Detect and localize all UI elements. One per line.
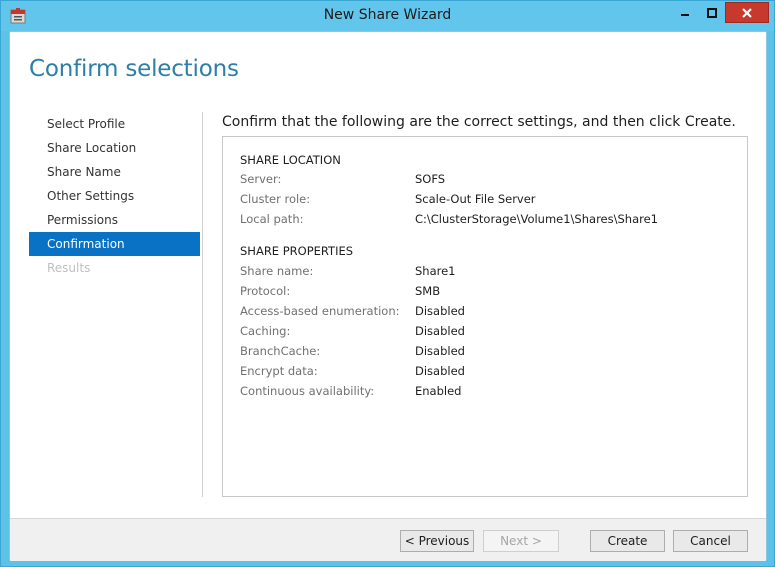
page-title: Confirm selections [29,56,239,82]
button-bar: < Previous Next > Create Cancel [10,518,766,561]
detail-value: Disabled [415,364,465,378]
close-icon [742,7,752,18]
nav-item-share-name[interactable]: Share Name [29,160,200,184]
detail-label: Local path: [240,212,304,226]
nav-item-confirmation[interactable]: Confirmation [29,232,200,256]
detail-label: Caching: [240,324,291,338]
detail-row: Cluster role: Scale-Out File Server [240,192,740,212]
detail-row: BranchCache: Disabled [240,344,740,364]
detail-label: Continuous availability: [240,384,375,398]
detail-row: Share name: Share1 [240,264,740,284]
wizard-window: New Share Wizard Confirm selections Sele… [0,0,775,567]
next-button: Next > [483,530,559,552]
wizard-client-area: Confirm selections Select Profile Share … [9,31,767,561]
previous-button[interactable]: < Previous [400,530,474,552]
detail-label: Server: [240,172,282,186]
cancel-button[interactable]: Cancel [673,530,748,552]
nav-item-share-location[interactable]: Share Location [29,136,200,160]
close-button[interactable] [725,2,769,23]
wizard-nav: Select Profile Share Location Share Name… [29,112,200,280]
detail-row: Encrypt data: Disabled [240,364,740,384]
maximize-icon [706,7,717,18]
share-properties-title: SHARE PROPERTIES [240,244,354,258]
detail-label: Cluster role: [240,192,311,206]
detail-label: Encrypt data: [240,364,318,378]
detail-row: Caching: Disabled [240,324,740,344]
detail-label: BranchCache: [240,344,321,358]
detail-row: Protocol: SMB [240,284,740,304]
share-location-title: SHARE LOCATION [240,153,341,167]
title-bar[interactable]: New Share Wizard [1,1,774,31]
detail-row: Server: SOFS [240,172,740,192]
detail-value: Enabled [415,384,462,398]
minimize-button[interactable] [671,2,698,23]
instruction-text: Confirm that the following are the corre… [222,114,736,130]
detail-row: Continuous availability: Enabled [240,384,740,404]
detail-value: Disabled [415,324,465,338]
nav-divider [202,112,203,497]
nav-item-permissions[interactable]: Permissions [29,208,200,232]
detail-value: C:\ClusterStorage\Volume1\Shares\Share1 [415,212,658,226]
confirmation-panel: SHARE LOCATION Server: SOFS Cluster role… [222,136,748,497]
detail-label: Share name: [240,264,314,278]
nav-item-select-profile[interactable]: Select Profile [29,112,200,136]
detail-value: Scale-Out File Server [415,192,536,206]
detail-value: Disabled [415,344,465,358]
detail-row: Local path: C:\ClusterStorage\Volume1\Sh… [240,212,740,232]
window-title: New Share Wizard [323,7,452,23]
detail-value: Share1 [415,264,456,278]
nav-item-other-settings[interactable]: Other Settings [29,184,200,208]
detail-label: Protocol: [240,284,291,298]
nav-item-results: Results [47,261,91,275]
create-button[interactable]: Create [590,530,665,552]
detail-value: Disabled [415,304,465,318]
minimize-icon [680,13,689,16]
detail-value: SMB [415,284,441,298]
detail-value: SOFS [415,172,446,186]
detail-label: Access-based enumeration: [240,304,400,318]
detail-row: Access-based enumeration: Disabled [240,304,740,324]
maximize-button[interactable] [698,2,725,23]
